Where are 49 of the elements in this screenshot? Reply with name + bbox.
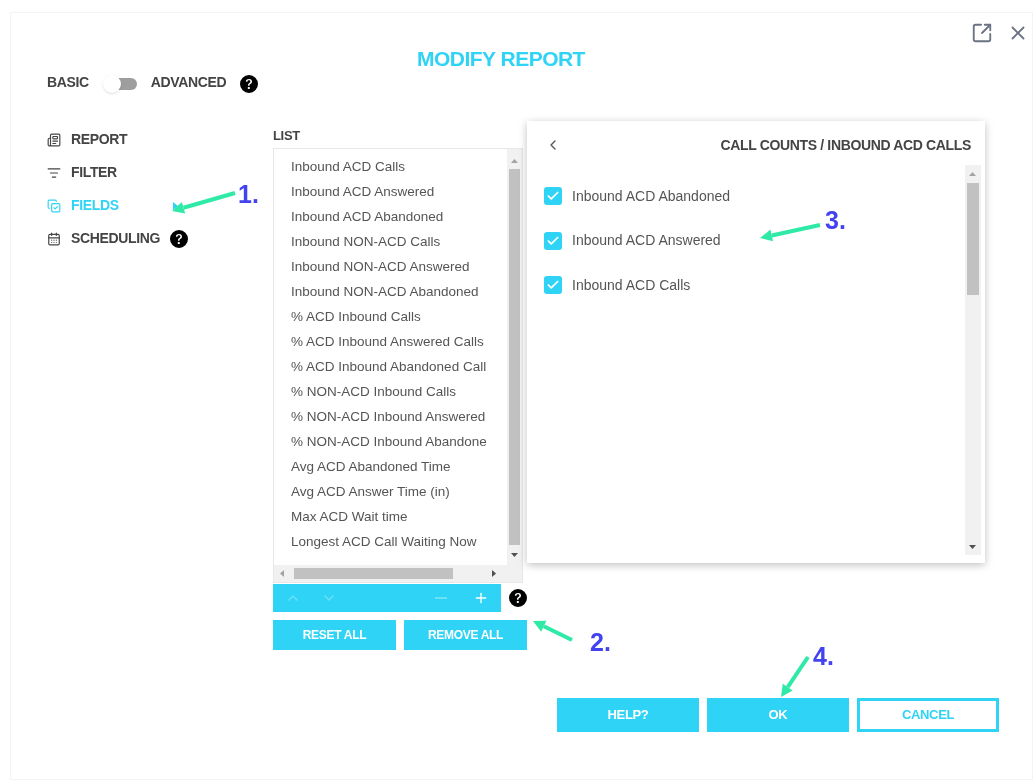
list-item[interactable]: Avg ACD Abandoned Time: [291, 455, 507, 480]
checkbox[interactable]: [544, 187, 562, 206]
checklist-icon: [47, 198, 61, 213]
plus-icon: [473, 590, 489, 606]
list-item[interactable]: % ACD Inbound Calls: [291, 305, 507, 330]
horizontal-scrollbar[interactable]: [274, 565, 522, 582]
dialog-title: MODIFY REPORT: [417, 46, 585, 72]
list-item[interactable]: % ACD Inbound Answered Calls: [291, 330, 507, 355]
help-icon[interactable]: [170, 229, 189, 248]
list-item[interactable]: % NON-ACD Inbound Calls: [291, 380, 507, 405]
help-icon[interactable]: [240, 75, 259, 93]
nav-item[interactable]: FILTER: [47, 162, 117, 183]
list-item[interactable]: Inbound ACD Answered: [291, 180, 507, 205]
list-label: LIST: [273, 127, 301, 145]
list-item[interactable]: % NON-ACD Inbound Answered: [291, 405, 507, 430]
checkbox-label: Inbound ACD Calls: [572, 275, 691, 295]
list-item[interactable]: Longest ACD Call Waiting Now: [291, 530, 507, 555]
vertical-scrollbar[interactable]: [507, 149, 522, 565]
list-item[interactable]: % NON-ACD Inbound Abandone: [291, 430, 507, 455]
list-item[interactable]: Inbound NON-ACD Abandoned: [291, 280, 507, 305]
list-item[interactable]: Inbound ACD Calls: [291, 155, 507, 180]
advanced-label: ADVANCED: [150, 73, 227, 92]
basic-label: BASIC: [47, 73, 89, 92]
list-item[interactable]: Inbound ACD Abandoned: [291, 205, 507, 230]
list-item[interactable]: % ACD Inbound Abandoned Call: [291, 355, 507, 380]
external-link-icon[interactable]: [971, 21, 993, 44]
vertical-scrollbar[interactable]: [965, 165, 981, 555]
list-item[interactable]: Avg ACD Answer Time (in): [291, 480, 507, 505]
annotation-number: 2.: [590, 627, 611, 658]
checkbox[interactable]: [544, 231, 562, 250]
help-icon[interactable]: [509, 589, 527, 607]
filter-icon: [47, 165, 61, 180]
list-item[interactable]: Inbound NON-ACD Answered: [291, 255, 507, 280]
annotation-number: 4.: [813, 641, 834, 672]
list-item[interactable]: Inbound NON-ACD Calls: [291, 230, 507, 255]
checkbox-label: Inbound ACD Abandoned: [572, 186, 731, 206]
annotation-number: 3.: [825, 205, 846, 236]
nav-item[interactable]: REPORT: [47, 129, 128, 150]
caret-icon: [172, 201, 178, 210]
document-icon: [47, 132, 61, 147]
minus-icon: [435, 597, 447, 599]
checkbox-label: Inbound ACD Answered: [572, 231, 721, 251]
checkbox[interactable]: [544, 276, 562, 295]
calendar-icon: [47, 231, 61, 246]
annotation-number: 1.: [238, 179, 259, 210]
nav-item[interactable]: SCHEDULING: [47, 228, 161, 249]
panel-title: CALL COUNTS / INBOUND ACD CALLS: [720, 135, 971, 155]
mode-toggle[interactable]: [102, 75, 137, 93]
list-item[interactable]: Max ACD Wait time: [291, 505, 507, 530]
